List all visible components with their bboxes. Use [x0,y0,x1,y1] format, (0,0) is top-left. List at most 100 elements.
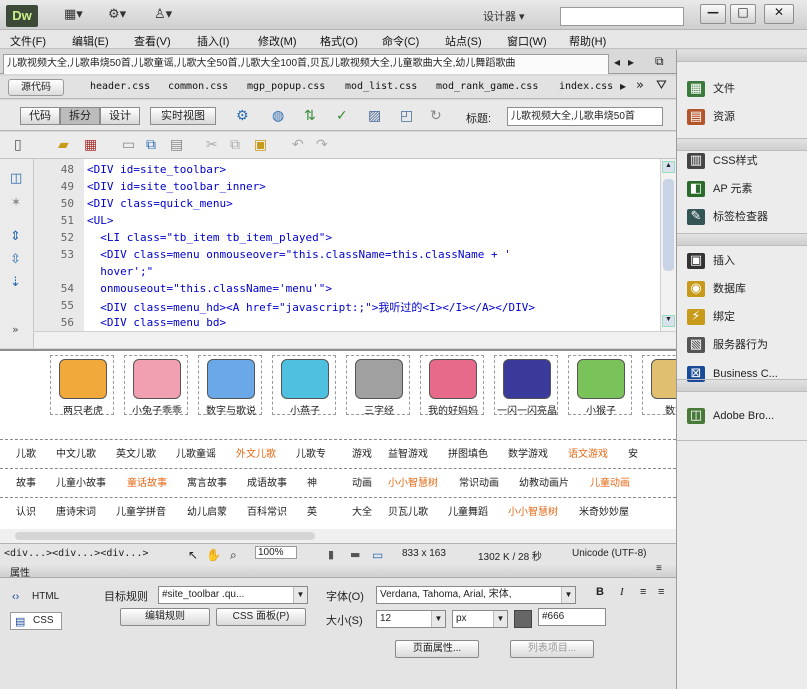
panel-group-grip[interactable] [677,139,807,151]
panel-tab[interactable]: ◉ 数据库 [687,280,746,302]
scroll-up-icon[interactable]: ▲ [662,161,675,173]
panel-tab[interactable]: ▧ 服务器行为 [687,336,768,358]
undo-icon[interactable]: ↶ [292,137,304,153]
category-link[interactable]: 益智游戏 [388,445,428,460]
arrow-right-icon[interactable]: ▸ [620,79,626,93]
video-thumbnail[interactable]: 小猴子 [568,355,632,417]
properties-header[interactable]: 属性 ≡ [0,563,676,579]
more-icon[interactable]: » [12,323,19,336]
zoom-select[interactable]: 100% [255,546,297,559]
split-view-button[interactable]: 拆分 [60,107,100,125]
document-tab[interactable]: 儿歌视频大全,儿歌串烧50首,儿歌童谣,儿歌大全50首,儿歌大全100首,贝瓦儿… [3,54,609,74]
category-link[interactable]: 儿童学拼音 [116,503,166,518]
category-link[interactable]: 寓言故事 [187,474,227,489]
open-documents-icon[interactable]: ◫ [10,171,22,186]
category-link[interactable]: 游戏 [352,445,372,460]
tab-next-icon[interactable]: ▸ [628,55,634,69]
duplicate-icon[interactable]: ⧉ [230,137,240,153]
category-link[interactable]: 百科常识 [247,503,287,518]
panel-tab[interactable]: ▥ CSS样式 [687,152,758,174]
copy-icon[interactable]: ⧉ [146,137,156,153]
paste-icon[interactable]: ▤ [170,137,183,153]
layout-icon[interactable]: ▦▾ [64,7,83,23]
design-view-button[interactable]: 设计 [100,107,140,125]
category-link[interactable]: 故事 [16,474,36,489]
balance-braces-icon[interactable]: ⇣ [10,275,21,290]
category-link[interactable]: 唐诗宋词 [56,503,96,518]
cut-icon[interactable]: ✂ [206,137,218,153]
category-link[interactable]: 幼儿启蒙 [187,503,227,518]
paste-special-icon[interactable]: ▣ [254,137,267,153]
page-properties-button[interactable]: 页面属性... [395,640,479,658]
minimize-button[interactable]: — [700,4,726,24]
code-vertical-scrollbar[interactable]: ▲ ▼ [660,159,676,331]
menu-edit[interactable]: 编辑(E) [72,33,109,49]
live-view-button[interactable]: 实时视图 [150,107,216,125]
category-link[interactable]: 童话故事 [127,474,167,489]
select-parent-icon[interactable]: ⇳ [10,252,21,267]
category-link[interactable]: 贝瓦儿歌 [388,503,428,518]
hand-icon[interactable]: ✋ [206,548,221,562]
panel-tab[interactable]: ⚡ 绑定 [687,308,735,330]
category-link[interactable]: 中文儿歌 [56,445,96,460]
related-file[interactable]: mgp_popup.css [247,81,325,92]
category-link[interactable]: 神 [307,474,317,489]
design-view[interactable]: 两只老虎 小兔子乖乖 数字与歌说 小燕子 三字经 我的好妈妈 一闪一闪亮晶 小猴子 数字 儿歌 中文… [0,349,706,529]
workspace-switcher[interactable]: 设计器 ▾ [483,8,525,24]
panel-tab[interactable]: ◫ Adobe Bro... [687,408,774,430]
help-search-input[interactable] [560,7,684,26]
category-link[interactable]: 小小智慧树 [508,503,558,518]
menu-window[interactable]: 窗口(W) [507,33,547,49]
related-file[interactable]: header.css [90,81,150,92]
category-link[interactable]: 儿歌童谣 [176,445,216,460]
mobile-size-icon[interactable]: ▮ [328,548,334,561]
panel-tab[interactable]: ◧ AP 元素 [687,180,753,202]
category-link[interactable]: 米奇妙妙屋 [579,503,629,518]
panel-tab[interactable]: ▤ 资源 [687,108,735,130]
video-thumbnail[interactable]: 我的好妈妈 [420,355,484,417]
double-arrow-icon[interactable]: » [636,78,644,93]
category-link[interactable]: 拼图填色 [448,445,488,460]
video-thumbnail[interactable]: 一闪一闪亮晶 [494,355,558,417]
category-link[interactable]: 动画 [352,474,372,489]
unit-select[interactable]: px ▼ [452,610,508,628]
menu-file[interactable]: 文件(F) [10,33,46,49]
panel-tab[interactable]: ⊠ Business C... [687,366,778,388]
maximize-button[interactable]: □ [730,4,756,24]
category-link[interactable]: 常识动画 [459,474,499,489]
panel-menu-icon[interactable]: ≡ [656,563,662,574]
scroll-down-icon[interactable]: ▼ [662,315,675,327]
open-folder-icon[interactable]: ▰ [58,137,69,153]
close-button[interactable]: ✕ [764,4,794,24]
edit-rule-button[interactable]: 编辑规则 [120,608,210,626]
category-link[interactable]: 儿童舞蹈 [448,503,488,518]
align-center-icon[interactable]: ≡ [658,586,664,598]
redo-icon[interactable]: ↷ [316,137,328,153]
category-link[interactable]: 外文儿歌 [236,445,276,460]
italic-button[interactable]: I [620,586,624,598]
panel-tab[interactable]: ▣ 插入 [687,252,735,274]
menu-help[interactable]: 帮助(H) [569,33,606,49]
tab-prev-icon[interactable]: ◂ [614,55,620,69]
window-dimensions[interactable]: 833 x 163 [402,548,446,559]
category-link[interactable]: 英 [307,503,317,518]
desktop-size-icon[interactable]: ▭ [372,548,383,562]
browser-check-icon[interactable]: ◰ [400,108,413,124]
category-link[interactable]: 儿歌专 [296,445,326,460]
category-link[interactable]: 数学游戏 [508,445,548,460]
panel-tab[interactable]: ▦ 文件 [687,80,735,102]
zoom-icon[interactable]: ⌕ [230,548,237,563]
panel-group-grip[interactable] [677,234,807,246]
gear-icon[interactable]: ⚙▾ [108,7,126,23]
category-link[interactable]: 儿童小故事 [56,474,106,489]
panel-group-grip[interactable] [677,50,807,62]
save-icon[interactable]: ▦ [84,137,97,153]
code-scroll-thumb[interactable] [663,179,674,271]
expand-all-icon[interactable]: ⇕ [10,229,21,244]
video-thumbnail[interactable]: 数字与歌说 [198,355,262,417]
source-code-button[interactable]: 源代码 [8,79,64,96]
color-swatch[interactable] [514,610,532,628]
related-file[interactable]: common.css [168,81,228,92]
css-panel-button[interactable]: CSS 面板(P) [216,608,306,626]
design-horizontal-scrollbar[interactable] [0,529,676,543]
